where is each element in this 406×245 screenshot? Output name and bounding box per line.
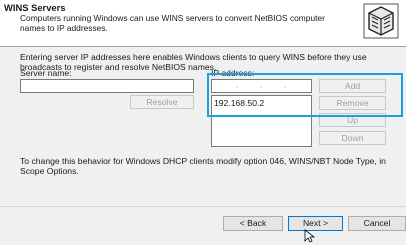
resolve-button[interactable]: Resolve — [130, 95, 194, 109]
cancel-button[interactable]: Cancel — [348, 216, 406, 231]
server-name-input[interactable] — [20, 79, 194, 93]
page-description: Computers running Windows can use WINS s… — [20, 13, 325, 33]
add-button[interactable]: Add — [319, 79, 386, 93]
ip-address-list[interactable]: 192.168.50.2 — [211, 95, 312, 147]
remove-button[interactable]: Remove — [319, 96, 386, 110]
dhcp-note-text: To change this behavior for Windows DHCP… — [20, 156, 386, 176]
up-button[interactable]: Up — [319, 113, 386, 127]
back-button[interactable]: < Back — [223, 216, 283, 231]
wizard-footer — [0, 206, 406, 245]
ip-octet-separator: . — [260, 81, 263, 90]
list-item[interactable]: 192.168.50.2 — [214, 98, 264, 108]
down-button[interactable]: Down — [319, 131, 386, 145]
intro-text: Entering server IP addresses here enable… — [20, 52, 367, 72]
ip-address-label: IP address: — [211, 68, 255, 78]
wizard-server-icon — [363, 3, 399, 39]
server-name-label: Server name: — [20, 68, 72, 78]
page-title: WINS Servers — [4, 2, 66, 13]
wizard-header: WINS Servers Computers running Windows c… — [0, 0, 406, 47]
ip-address-input[interactable]: . . . — [211, 79, 312, 93]
ip-octet-separator: . — [236, 81, 239, 90]
ip-octet-separator: . — [284, 81, 287, 90]
mouse-cursor-icon — [304, 229, 316, 243]
